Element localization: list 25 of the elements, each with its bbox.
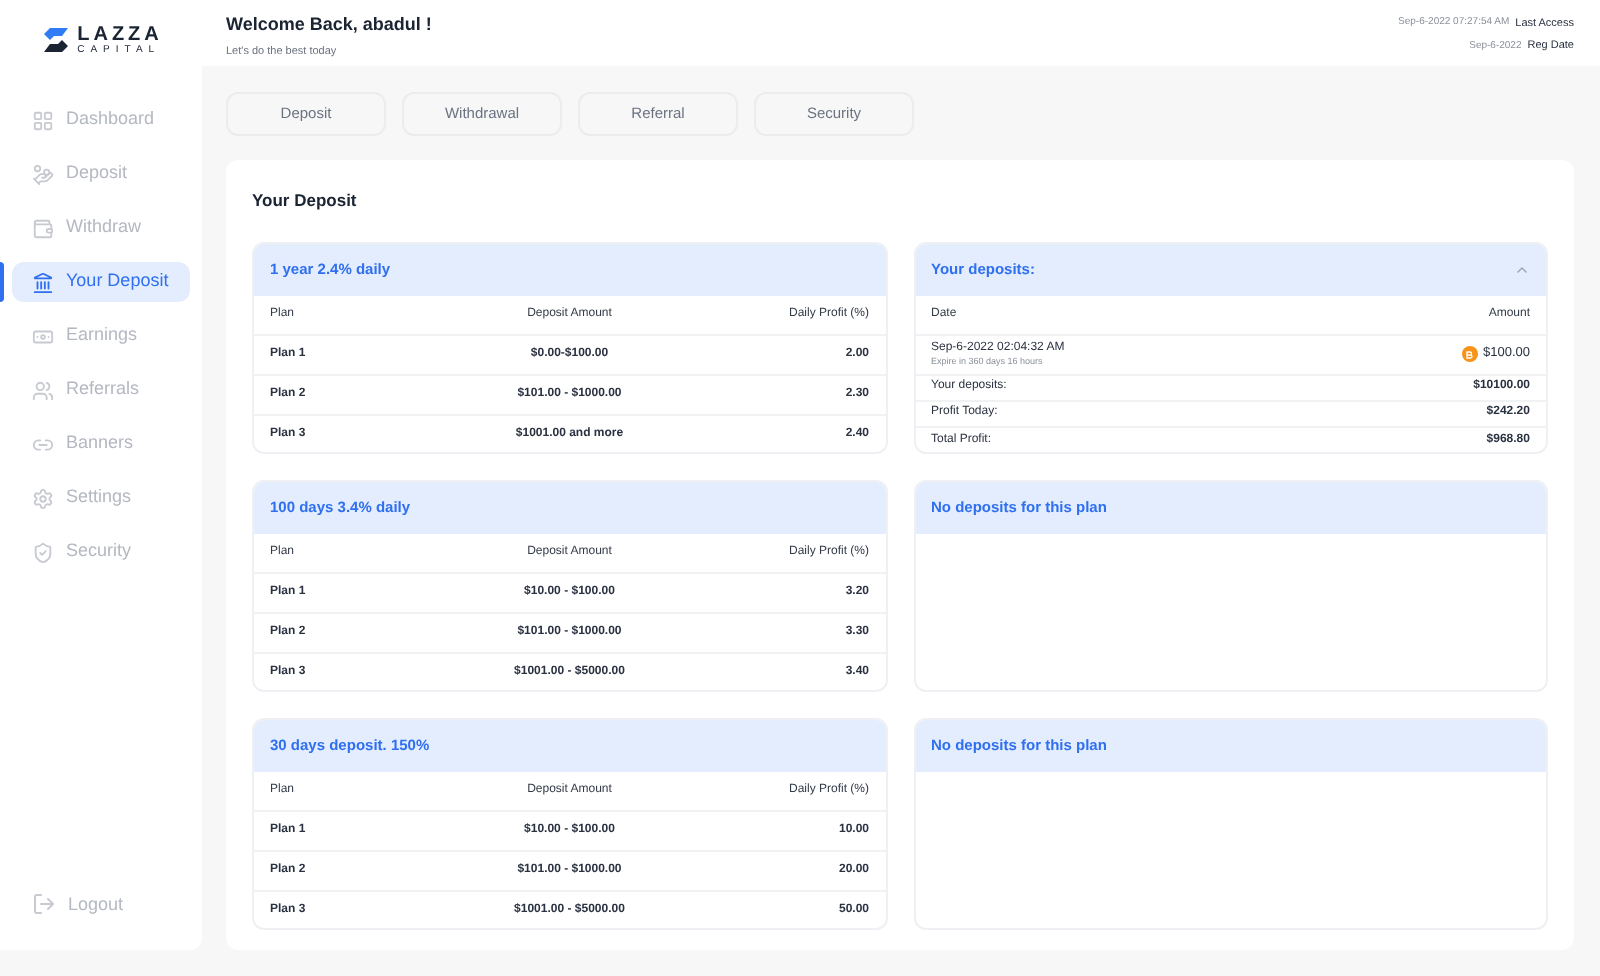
section-title: Your Deposit	[252, 188, 359, 214]
sidebar-item[interactable]: Security	[12, 532, 190, 572]
money-icon	[32, 325, 54, 347]
sidebar-item[interactable]: Banners	[12, 424, 190, 464]
settings-icon	[32, 487, 54, 509]
grid-icon	[32, 109, 54, 131]
sidebar-item[interactable]: Referrals	[12, 370, 190, 410]
logo-name: LAZZA	[77, 25, 163, 45]
hand-coins-icon	[32, 163, 54, 185]
sidebar-item[interactable]: Deposit	[12, 154, 190, 194]
wallet-icon	[32, 217, 54, 239]
sidebar-item[interactable]: Earnings	[12, 316, 190, 356]
logout-icon	[32, 892, 56, 917]
bank-icon	[32, 271, 54, 293]
sidebar-item[interactable]: Withdraw	[12, 208, 190, 248]
sidebar-item[interactable]: Your Deposit	[12, 262, 190, 302]
people-icon	[32, 379, 54, 401]
logout-link[interactable]: Logout	[32, 891, 170, 918]
active-indicator	[0, 262, 4, 302]
sidebar-item[interactable]: Dashboard	[12, 100, 190, 140]
shield-icon	[32, 541, 54, 563]
logo-icon	[39, 26, 72, 54]
sidebar-item[interactable]: Settings	[12, 478, 190, 518]
bitcoin-icon	[1461, 346, 1477, 363]
welcome-title: Welcome Back, abadul !	[226, 12, 432, 38]
